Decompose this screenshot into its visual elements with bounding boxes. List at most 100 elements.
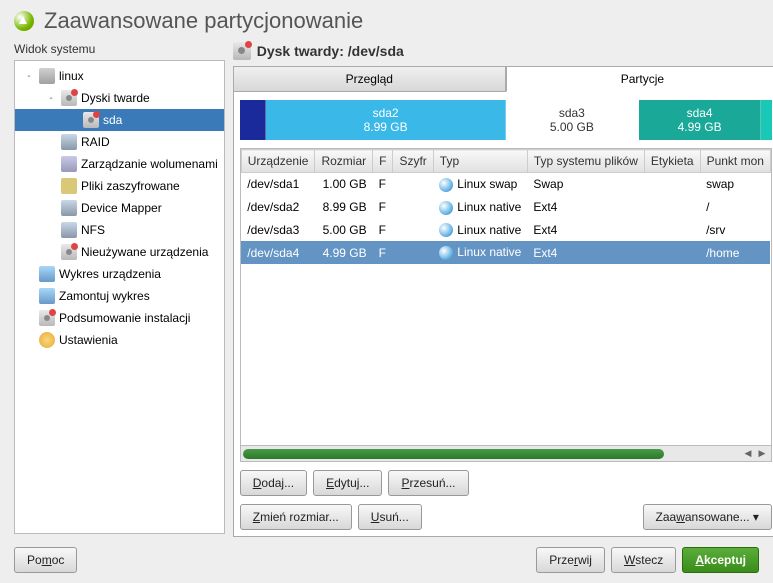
scroll-left-icon[interactable]: ◀ bbox=[741, 448, 755, 460]
tree-item[interactable]: NFS bbox=[15, 219, 224, 241]
segment-size: 8.99 GB bbox=[364, 120, 408, 134]
move-button[interactable]: Przesuń... bbox=[388, 470, 468, 496]
help-button[interactable]: Pomoc bbox=[14, 547, 77, 573]
cell-mnt: / bbox=[700, 196, 770, 219]
cell-enc bbox=[393, 173, 433, 196]
cell-dev: /dev/sda1 bbox=[241, 173, 315, 196]
cell-type: Linux swap bbox=[433, 173, 527, 196]
tree-item[interactable]: Device Mapper bbox=[15, 197, 224, 219]
cell-type: Linux native bbox=[433, 219, 527, 242]
partition-segment[interactable]: sda44.99 GB bbox=[639, 100, 761, 140]
table-row[interactable]: /dev/sda28.99 GBFLinux nativeExt4/ bbox=[241, 196, 770, 219]
segment-label: sda3 bbox=[559, 106, 585, 120]
tab-partitions[interactable]: Partycje bbox=[506, 66, 773, 92]
tree-item-label: Zamontuj wykres bbox=[59, 289, 150, 303]
cell-size: 4.99 GB bbox=[315, 241, 373, 264]
system-tree[interactable]: -linux-Dyski twardesdaRAIDZarządzanie wo… bbox=[14, 60, 225, 534]
cell-dev: /dev/sda2 bbox=[241, 196, 315, 219]
raid-icon bbox=[61, 200, 77, 216]
disk-red-icon bbox=[83, 112, 99, 128]
tabs: Przegląd Partycje bbox=[233, 66, 773, 92]
partition-bar: sda28.99 GBsda35.00 GBsda44.99 GB bbox=[240, 100, 772, 140]
partition-segment[interactable]: sda35.00 GB bbox=[506, 100, 639, 140]
table-row[interactable]: /dev/sda35.00 GBFLinux nativeExt4/srv bbox=[241, 219, 770, 242]
cell-size: 8.99 GB bbox=[315, 196, 373, 219]
partition-type-icon bbox=[439, 246, 453, 260]
resize-button[interactable]: Zmień rozmiar... bbox=[240, 504, 352, 530]
cell-lab bbox=[644, 196, 700, 219]
tree-item[interactable]: Zarządzanie wolumenami bbox=[15, 153, 224, 175]
tree-item-label: Wykres urządzenia bbox=[59, 267, 161, 281]
partition-segment[interactable] bbox=[761, 100, 772, 140]
tree-item[interactable]: sda bbox=[15, 109, 224, 131]
cell-mnt: /home bbox=[700, 241, 770, 264]
tree-toggle-icon[interactable]: - bbox=[45, 93, 57, 104]
tab-overview[interactable]: Przegląd bbox=[233, 66, 506, 92]
partition-type-icon bbox=[439, 201, 453, 215]
cell-type: Linux native bbox=[433, 241, 527, 264]
tree-toggle-icon[interactable]: - bbox=[23, 71, 35, 82]
segment-size: 5.00 GB bbox=[550, 120, 594, 134]
tree-item[interactable]: - linux bbox=[15, 65, 224, 87]
disk-red-icon bbox=[61, 90, 77, 106]
tree-item-label: Device Mapper bbox=[81, 201, 162, 215]
cell-fs: Ext4 bbox=[527, 196, 644, 219]
scroll-right-icon[interactable]: ▶ bbox=[755, 448, 769, 460]
cell-f: F bbox=[373, 241, 393, 264]
delete-button[interactable]: Usuń... bbox=[358, 504, 422, 530]
col-f[interactable]: F bbox=[373, 150, 393, 173]
cell-mnt: /srv bbox=[700, 219, 770, 242]
tree-item[interactable]: Zamontuj wykres bbox=[15, 285, 224, 307]
vol-icon bbox=[61, 156, 77, 172]
table-scrollbar[interactable]: ◀ ▶ bbox=[240, 446, 772, 462]
cell-f: F bbox=[373, 173, 393, 196]
tree-item[interactable]: Wykres urządzenia bbox=[15, 263, 224, 285]
partition-segment[interactable] bbox=[240, 100, 267, 140]
col-fs[interactable]: Typ systemu plików bbox=[527, 150, 644, 173]
col-label[interactable]: Etykieta bbox=[644, 150, 700, 173]
add-button[interactable]: Dodaj... bbox=[240, 470, 307, 496]
cell-f: F bbox=[373, 219, 393, 242]
partition-table: Urządzenie Rozmiar F Szyfr Typ Typ syste… bbox=[241, 149, 771, 264]
col-size[interactable]: Rozmiar bbox=[315, 150, 373, 173]
tree-item-label: Dyski twarde bbox=[81, 91, 150, 105]
tree-item-label: Nieużywane urządzenia bbox=[81, 245, 208, 259]
partition-segment[interactable]: sda28.99 GB bbox=[266, 100, 505, 140]
gear-icon bbox=[39, 332, 55, 348]
col-mount[interactable]: Punkt mon bbox=[700, 150, 770, 173]
tree-item-label: Pliki zaszyfrowane bbox=[81, 179, 180, 193]
graph-icon bbox=[39, 288, 55, 304]
accept-button[interactable]: Akceptuj bbox=[682, 547, 759, 573]
table-row[interactable]: /dev/sda44.99 GBFLinux nativeExt4/home bbox=[241, 241, 770, 264]
tree-item-label: Podsumowanie instalacji bbox=[59, 311, 190, 325]
cell-size: 1.00 GB bbox=[315, 173, 373, 196]
tree-item-label: Zarządzanie wolumenami bbox=[81, 157, 218, 171]
partition-table-container: Urządzenie Rozmiar F Szyfr Typ Typ syste… bbox=[240, 148, 772, 446]
col-device[interactable]: Urządzenie bbox=[241, 150, 315, 173]
tree-item[interactable]: Nieużywane urządzenia bbox=[15, 241, 224, 263]
back-button[interactable]: Wstecz bbox=[611, 547, 676, 573]
page-title: Zaawansowane partycjonowanie bbox=[44, 8, 363, 34]
partition-type-icon bbox=[439, 223, 453, 237]
abort-button[interactable]: Przerwij bbox=[536, 547, 605, 573]
tree-item-label: linux bbox=[59, 69, 84, 83]
col-enc[interactable]: Szyfr bbox=[393, 150, 433, 173]
cell-enc bbox=[393, 196, 433, 219]
table-row[interactable]: /dev/sda11.00 GBFLinux swapSwapswap bbox=[241, 173, 770, 196]
tree-item[interactable]: Pliki zaszyfrowane bbox=[15, 175, 224, 197]
edit-button[interactable]: Edytuj... bbox=[313, 470, 382, 496]
raid-icon bbox=[61, 134, 77, 150]
cell-enc bbox=[393, 219, 433, 242]
scroll-thumb[interactable] bbox=[243, 449, 664, 459]
tree-item[interactable]: Podsumowanie instalacji bbox=[15, 307, 224, 329]
graph-icon bbox=[39, 266, 55, 282]
col-type[interactable]: Typ bbox=[433, 150, 527, 173]
tree-item-label: RAID bbox=[81, 135, 110, 149]
disk-icon bbox=[233, 42, 251, 60]
segment-label: sda2 bbox=[373, 106, 399, 120]
cell-type: Linux native bbox=[433, 196, 527, 219]
advanced-button[interactable]: Zaawansowane... ▾ bbox=[643, 504, 772, 530]
tree-item[interactable]: - Dyski twarde bbox=[15, 87, 224, 109]
tree-item[interactable]: Ustawienia bbox=[15, 329, 224, 351]
tree-item[interactable]: RAID bbox=[15, 131, 224, 153]
